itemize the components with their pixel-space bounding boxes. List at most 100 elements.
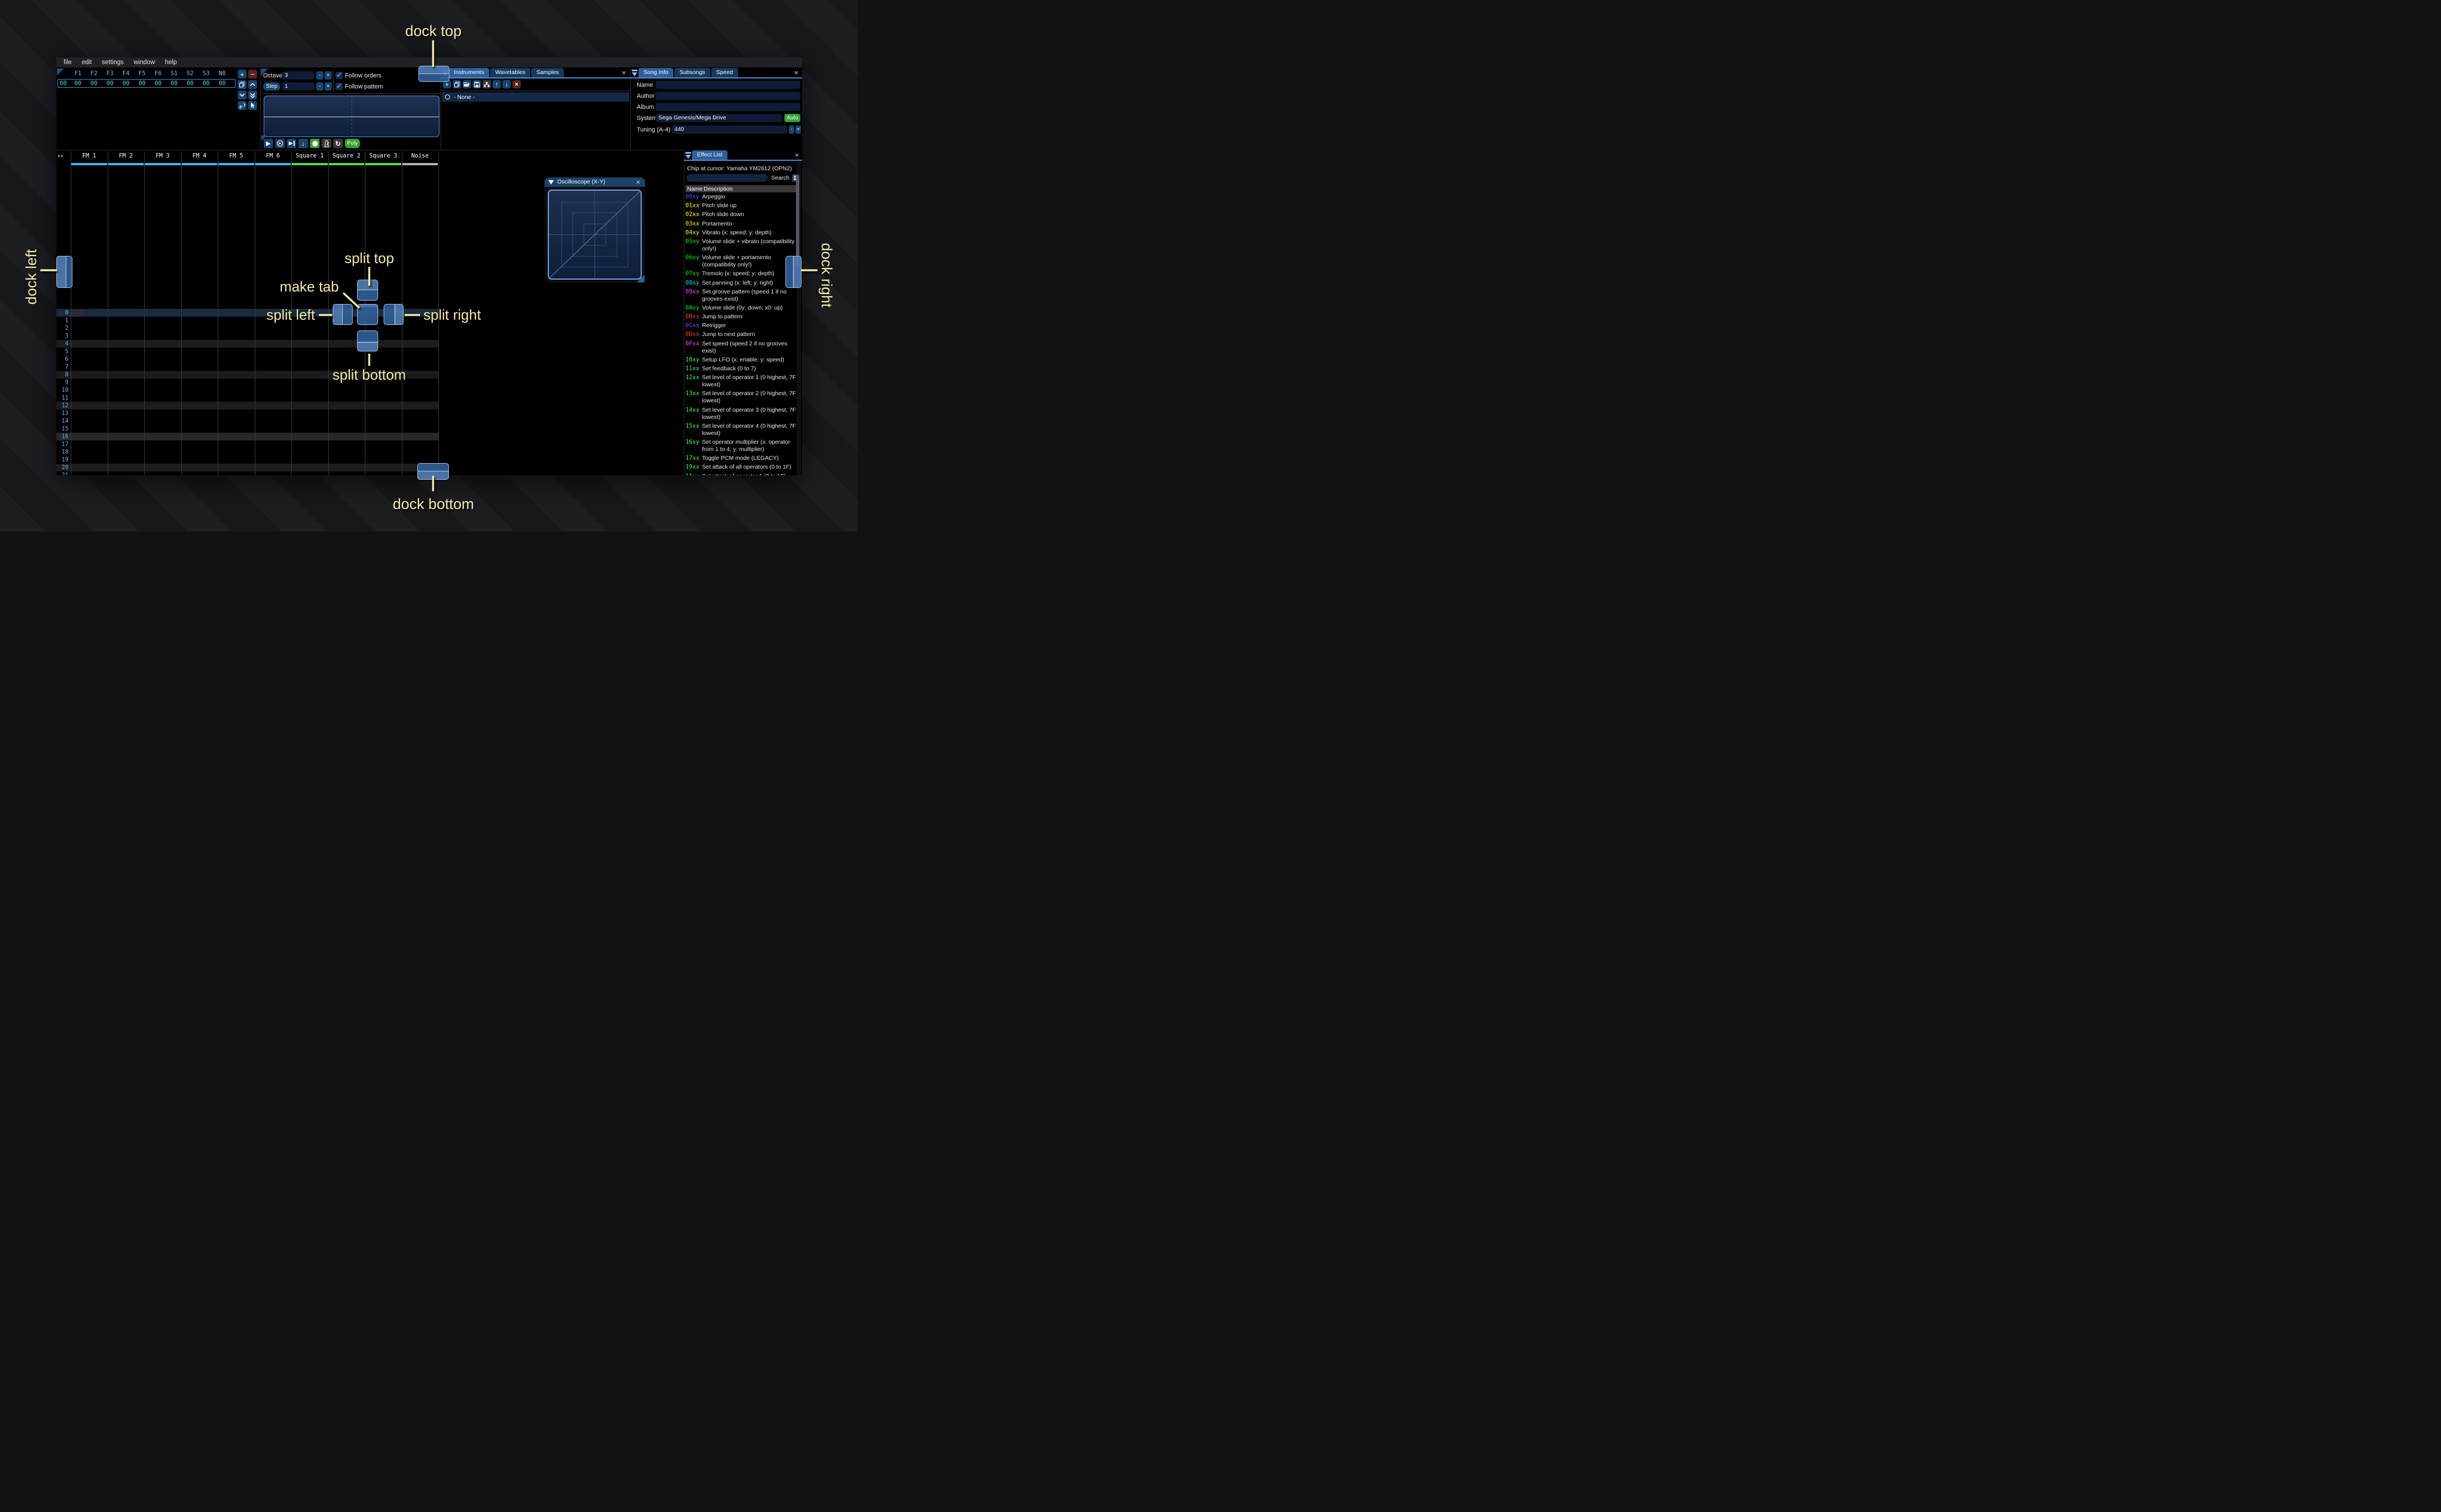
search-input[interactable] — [687, 174, 768, 182]
play-one-row-button[interactable]: ▶ — [287, 139, 296, 148]
pattern-row-20[interactable]: 20 — [56, 464, 438, 471]
order-cell[interactable]: 00 — [187, 80, 194, 87]
make-tab-target[interactable] — [357, 304, 378, 325]
resize-grip-icon[interactable] — [637, 275, 645, 282]
order-deep-clone-button[interactable] — [238, 101, 247, 110]
close-icon[interactable]: × — [635, 179, 642, 186]
oscilloscope-xy-titlebar[interactable]: Oscilloscope (X-Y) — [544, 177, 645, 187]
order-remove-button[interactable]: − — [248, 70, 257, 78]
window-menu-icon[interactable] — [631, 69, 638, 76]
effect-table-header[interactable]: Name Description — [685, 185, 796, 192]
repeat-pattern-button[interactable]: ↻ — [333, 139, 343, 148]
effect-entry-06xy[interactable]: 06xy Volume slide + portamento (compatibi… — [685, 254, 798, 269]
effect-entry-09xx[interactable]: 09xx Set groove pattern (speed 1 if no gr… — [685, 288, 798, 303]
effect-entry-0Bxx[interactable]: 0Bxx Jump to pattern — [685, 313, 798, 321]
menu-window[interactable]: window — [129, 59, 160, 66]
window-menu-icon[interactable] — [685, 151, 692, 159]
step-row-button[interactable]: ↓ — [298, 139, 308, 148]
effect-entry-14xx[interactable]: 14xx Set level of operator 3 (0 highest, … — [685, 407, 798, 421]
effect-entry-02xx[interactable]: 02xx Pitch slide down — [685, 211, 798, 218]
effect-entry-03xx[interactable]: 03xx Portamento — [685, 221, 798, 228]
album-input[interactable] — [656, 103, 800, 111]
metronome-button[interactable] — [322, 139, 331, 148]
auto-system-button[interactable]: Auto — [784, 114, 800, 122]
effect-entry-05xy[interactable]: 05xy Volume slide + vibrato (compatibilit… — [685, 238, 798, 253]
order-cell[interactable]: 00 — [203, 80, 210, 87]
effect-entry-0Cxx[interactable]: 0Cxx Retrigger — [685, 322, 798, 329]
effect-entry-0Fxx[interactable]: 0Fxx Set speed (speed 2 if no grooves exi… — [685, 340, 798, 355]
song-info-tabbar[interactable]: Song Info Subsongs Speed — [638, 68, 738, 77]
split-left-target[interactable] — [333, 304, 353, 325]
split-right-target[interactable] — [384, 304, 404, 325]
tab-instruments[interactable]: Instruments — [449, 68, 489, 77]
pattern-row-17[interactable]: 17 — [56, 440, 438, 448]
pattern-row-16[interactable]: 16 — [56, 433, 438, 440]
poly-button[interactable]: Poly — [345, 139, 360, 148]
effect-entry-10xy[interactable]: 10xy Setup LFO (x: enable; y: speed) — [685, 356, 798, 364]
effect-entry-16xy[interactable]: 16xy Set operator multiplier (x: operator… — [685, 439, 798, 453]
step-minus-button[interactable]: - — [316, 82, 323, 91]
effect-list-tabbar[interactable]: Effect List — [692, 150, 727, 160]
instrument-save-button[interactable] — [473, 80, 481, 88]
order-cell[interactable]: 00 — [219, 80, 226, 87]
order-cell[interactable]: 00 — [91, 80, 98, 87]
order-duplicate-end-button[interactable] — [248, 91, 257, 99]
follow-pattern-label[interactable]: Follow pattern — [345, 83, 383, 90]
pattern-row-21[interactable]: 21 — [56, 471, 438, 475]
menu-help[interactable]: help — [160, 59, 182, 66]
pattern-row-15[interactable]: 15 — [56, 425, 438, 433]
order-cell[interactable]: 00 — [123, 80, 130, 87]
instrument-tree-button[interactable] — [483, 80, 491, 88]
menu-file[interactable]: file — [59, 59, 77, 66]
pattern-row-3[interactable]: 3 — [56, 332, 438, 340]
order-edit-mode-button[interactable] — [248, 101, 257, 110]
dock-right-target[interactable] — [785, 256, 802, 288]
menu-settings[interactable]: settings — [97, 59, 129, 66]
order-move-up-button[interactable] — [248, 80, 257, 89]
tab-effect-list[interactable]: Effect List — [692, 150, 727, 160]
instrument-down-button[interactable]: ↓ — [502, 80, 511, 88]
pattern-row-2[interactable]: 2 — [56, 324, 438, 332]
tuning-minus-button[interactable]: - — [789, 125, 794, 134]
system-select[interactable]: Sega Genesis/Mega Drive — [656, 114, 782, 122]
channel-header-noise[interactable]: Noise — [402, 153, 439, 161]
order-add-button[interactable]: + — [238, 70, 247, 78]
column-separator[interactable] — [181, 151, 182, 475]
step-plus-button[interactable]: + — [324, 82, 332, 91]
pattern-row-0[interactable]: 0 — [56, 309, 438, 317]
tab-song-info[interactable]: Song Info — [638, 68, 673, 77]
channel-header-fm-3[interactable]: FM 3 — [144, 153, 181, 161]
follow-pattern-checkbox[interactable]: ✓ — [336, 82, 343, 90]
dock-left-target[interactable] — [56, 256, 72, 288]
effect-entry-19xx[interactable]: 19xx Set attack of all operators (0 to 1F… — [685, 464, 798, 471]
menu-edit[interactable]: edit — [77, 59, 97, 66]
instruments-tabbar[interactable]: Instruments Wavetables Samples — [449, 68, 564, 77]
pattern-expand-button[interactable]: ++ — [57, 154, 64, 159]
channel-header-fm-1[interactable]: FM 1 — [71, 153, 108, 161]
pattern-row-4[interactable]: 4 — [56, 340, 438, 348]
octave-plus-button[interactable]: + — [324, 71, 332, 80]
close-icon[interactable]: × — [793, 151, 800, 159]
pattern-row-14[interactable]: 14 — [56, 417, 438, 425]
effect-entries[interactable]: 00xy Arpeggio 01xx Pitch slide up 02xx Pitch … — [685, 193, 798, 475]
channel-header-square-1[interactable]: Square 1 — [291, 153, 328, 161]
dock-bottom-target[interactable] — [417, 463, 449, 480]
effect-entry-00xy[interactable]: 00xy Arpeggio — [685, 193, 798, 201]
effect-entry-04xy[interactable]: 04xy Vibrato (x: speed; y: depth) — [685, 229, 798, 237]
pattern-row-6[interactable]: 6 — [56, 355, 438, 363]
pattern-row-10[interactable]: 10 — [56, 386, 438, 394]
close-icon[interactable]: × — [620, 69, 627, 76]
effect-entry-0Axy[interactable]: 0Axy Volume slide (0y: down; x0: up) — [685, 305, 798, 312]
effect-entry-0Dxx[interactable]: 0Dxx Jump to next pattern — [685, 331, 798, 338]
oscilloscope-view[interactable] — [264, 96, 439, 137]
pattern-row-12[interactable]: 12 — [56, 402, 438, 410]
pattern-row-11[interactable]: 11 — [56, 394, 438, 402]
instrument-open-button[interactable] — [463, 80, 471, 88]
pattern-row-1[interactable]: 1 — [56, 317, 438, 324]
effect-entry-17xx[interactable]: 17xx Toggle PCM mode (LEGACY) — [685, 455, 798, 462]
effect-entry-15xx[interactable]: 15xx Set level of operator 4 (0 highest, … — [685, 423, 798, 437]
pattern-row-13[interactable]: 13 — [56, 410, 438, 417]
order-cell[interactable]: 00 — [171, 80, 178, 87]
name-input[interactable] — [656, 81, 800, 89]
channel-header-fm-4[interactable]: FM 4 — [181, 153, 218, 161]
